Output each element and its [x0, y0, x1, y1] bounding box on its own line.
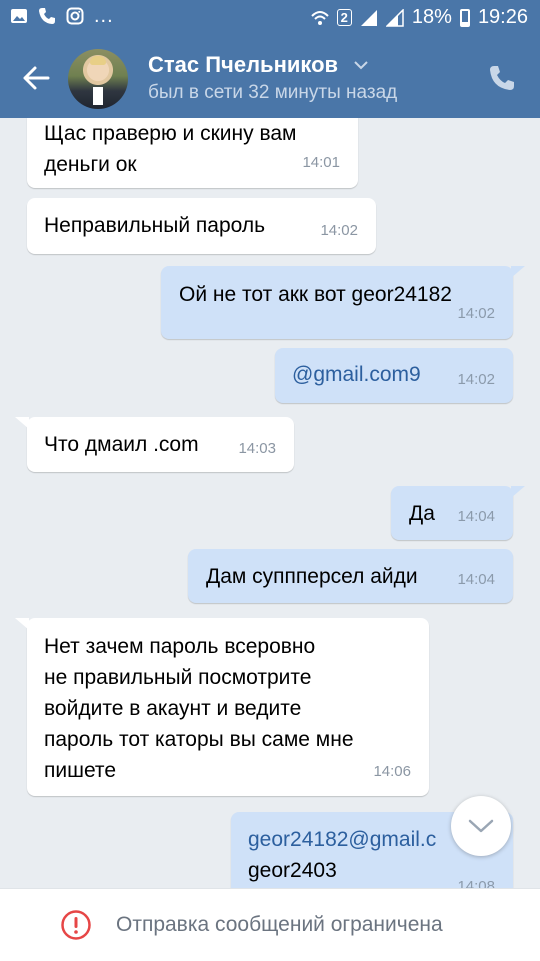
- message-time: 14:04: [457, 508, 495, 525]
- message-text-line: пишете: [44, 759, 116, 782]
- restriction-message: Отправка сообщений ограничена: [116, 913, 443, 936]
- signal-icon: [360, 9, 377, 26]
- message-bubble-outgoing[interactable]: Ой не тот акк вот geor24182 14:02: [161, 266, 525, 339]
- message-time: 14:03: [238, 440, 276, 457]
- message-text-line: не правильный посмотрите: [44, 666, 312, 689]
- message-time: 14:02: [457, 371, 495, 388]
- message-text-line: Нет зачем пароль всеровно: [44, 635, 316, 658]
- contact-name[interactable]: Стас Пчельников: [148, 52, 338, 78]
- exclamation-circle-icon: [61, 910, 91, 940]
- message-time: 14:06: [373, 763, 411, 780]
- message-bubble-outgoing[interactable]: @gmail.com9 14:02: [275, 348, 513, 403]
- signal2-icon: [385, 8, 404, 27]
- avatar[interactable]: [68, 49, 128, 109]
- message-bubble-outgoing[interactable]: Дам суппперсел айди 14:04: [188, 549, 513, 603]
- chevron-down-icon: [468, 819, 494, 833]
- message-bubble-incoming[interactable]: Нет зачем пароль всеровно не правильный …: [15, 618, 429, 796]
- call-button[interactable]: [484, 60, 520, 96]
- sim-badge: 2: [336, 9, 352, 26]
- wifi-icon: [310, 10, 329, 25]
- message-bubble-incoming[interactable]: Щас праверю и скину вам деньги ок 14:01: [27, 118, 358, 188]
- clock: 19:26: [477, 6, 528, 28]
- message-bubble-outgoing[interactable]: Да 14:04: [391, 486, 525, 540]
- message-time: 14:01: [302, 154, 340, 171]
- more-notifications: ...: [94, 5, 114, 27]
- message-text-line: Щас праверю и скину вам: [44, 122, 297, 145]
- message-time: 14:08: [457, 878, 495, 888]
- message-text-line: пароль тот каторы вы саме мне: [44, 728, 354, 751]
- last-seen-status: был в сети 32 минуты назад: [148, 82, 398, 103]
- messaging-restricted-bar: Отправка сообщений ограничена: [0, 888, 540, 961]
- instagram-icon: [66, 7, 84, 25]
- scroll-to-bottom-button[interactable]: [451, 796, 511, 856]
- battery-icon: [459, 8, 470, 27]
- image-icon: [11, 9, 27, 23]
- phone-icon: [490, 66, 514, 90]
- battery-percent: 18%: [411, 6, 452, 28]
- phone-status-icon: [39, 8, 55, 24]
- chat-header: Стас Пчельников был в сети 32 минуты наз…: [0, 38, 540, 118]
- message-time: 14:02: [457, 305, 495, 322]
- arrow-left-icon: [23, 66, 50, 90]
- message-time: 14:04: [457, 571, 495, 588]
- message-bubble-incoming[interactable]: Неправильный пароль 14:02: [27, 198, 376, 254]
- message-time: 14:02: [320, 222, 358, 239]
- status-bar: ... 2 18% 19:26: [0, 0, 540, 38]
- message-text-line: войдите в акаунт и ведите: [44, 697, 302, 720]
- message-list[interactable]: Щас праверю и скину вам деньги ок 14:01 …: [0, 118, 540, 888]
- chevron-down-icon[interactable]: [353, 60, 369, 70]
- back-button[interactable]: [14, 58, 58, 98]
- message-bubble-incoming[interactable]: Что дмаил .com 14:03: [15, 417, 294, 472]
